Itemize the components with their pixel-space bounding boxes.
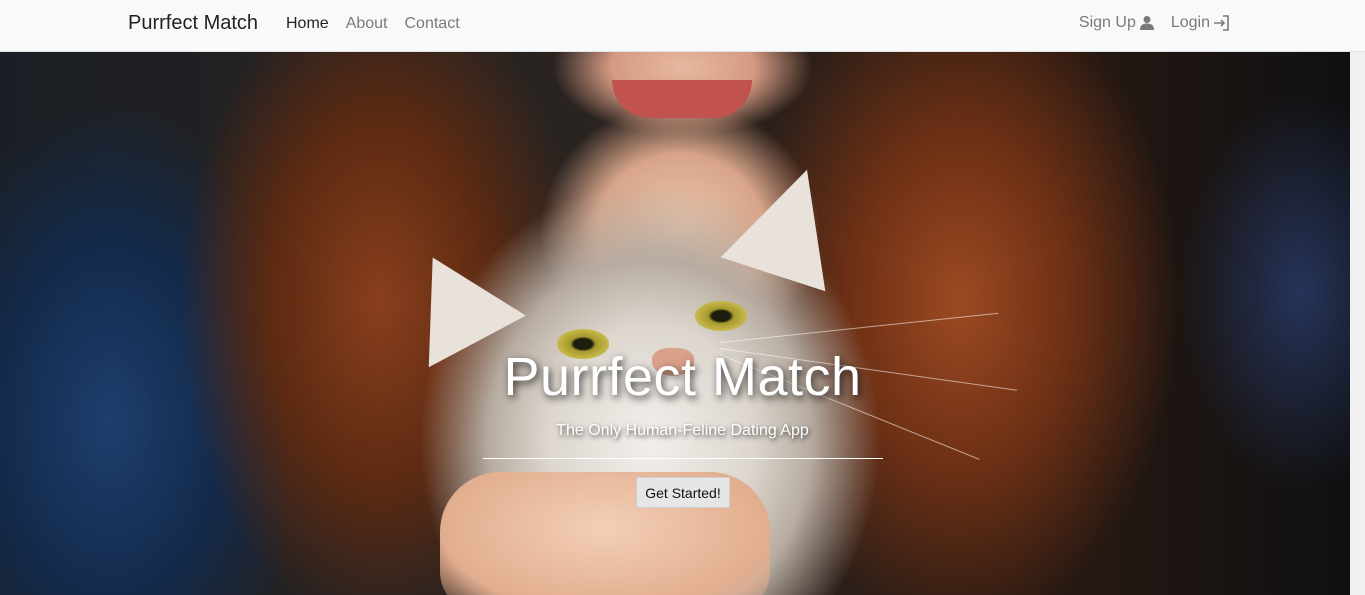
nav-auth-links: Sign Up Login [1063,14,1230,32]
hero-subtitle: The Only Human-Feline Dating App [556,422,809,439]
brand-link[interactable]: Purrfect Match [128,12,258,35]
hero-section: Purrfect Match The Only Human-Feline Dat… [0,52,1350,595]
login-icon [1213,15,1230,31]
hero-content: Purrfect Match The Only Human-Feline Dat… [0,52,1350,595]
user-icon [1139,15,1155,31]
nav-contact-link[interactable]: Contact [405,15,460,33]
nav-home-link[interactable]: Home [286,15,329,33]
sign-up-link[interactable]: Sign Up [1079,14,1155,32]
hero-divider [483,458,883,459]
nav-links: Home About Contact [286,15,477,33]
hero-title: Purrfect Match [503,347,862,407]
get-started-button[interactable]: Get Started! [636,477,730,508]
login-link[interactable]: Login [1171,14,1230,32]
navbar: Purrfect Match Home About Contact Sign U… [0,0,1365,52]
sign-up-label: Sign Up [1078,14,1136,31]
login-label: Login [1170,14,1210,31]
nav-about-link[interactable]: About [346,15,388,33]
page-scrollbar[interactable] [1350,52,1365,595]
